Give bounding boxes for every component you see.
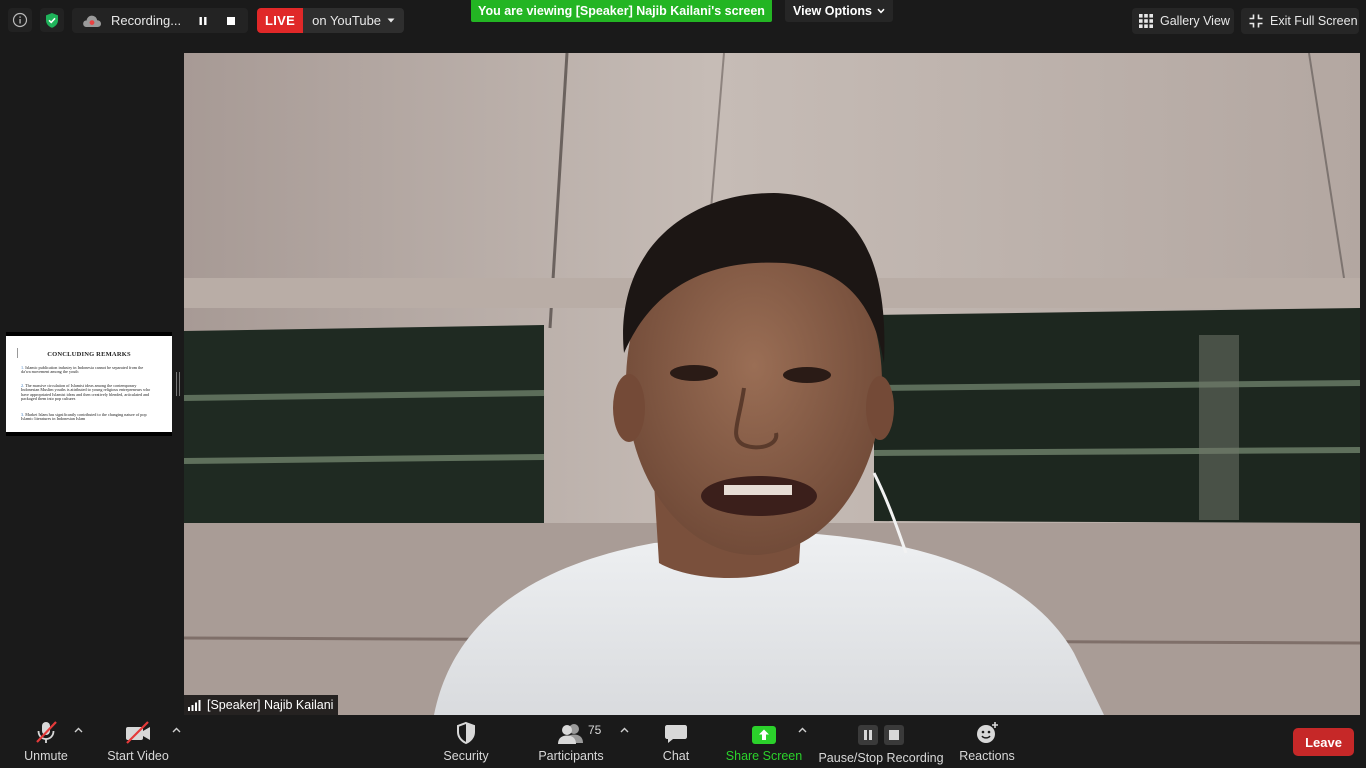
pause-recording-button[interactable] — [193, 11, 213, 31]
smiley-plus-icon — [975, 715, 999, 745]
live-stream-control[interactable]: LIVE on YouTube — [257, 8, 405, 33]
chevron-up-icon — [620, 727, 628, 733]
unmute-button[interactable]: Unmute — [20, 715, 72, 768]
share-screen-icon — [751, 715, 777, 745]
stop-icon — [227, 16, 235, 25]
share-options-caret[interactable] — [796, 724, 808, 736]
participant-name: [Speaker] Najib Kailani — [207, 698, 334, 712]
pause-stop-recording-label: Pause/Stop Recording — [818, 751, 944, 765]
pause-stop-recording-button[interactable]: Pause/Stop Recording — [818, 715, 944, 768]
view-options-button[interactable]: View Options — [785, 0, 893, 22]
chevron-up-icon — [74, 727, 82, 733]
shared-screen-thumbnail[interactable]: CONCLUDING REMARKS 1. Islamic publicatio… — [6, 332, 172, 436]
participants-options-caret[interactable] — [618, 724, 630, 736]
recording-label: Recording... — [111, 13, 182, 28]
stop-recording-button[interactable] — [221, 11, 241, 31]
live-badge: LIVE — [257, 8, 304, 33]
participants-count: 75 — [588, 723, 602, 737]
exit-fullscreen-icon — [1249, 14, 1263, 28]
chat-label: Chat — [662, 749, 690, 763]
pause-icon — [858, 725, 878, 745]
slide-point: 2. The massive circulation of Islamist i… — [21, 383, 153, 402]
gallery-view-label: Gallery View — [1160, 14, 1230, 28]
meeting-toolbar: Unmute Start Video Security Participants… — [0, 715, 1366, 768]
reactions-label: Reactions — [959, 749, 1015, 763]
security-button[interactable]: Security — [440, 715, 492, 768]
cloud-recording-icon — [82, 14, 102, 28]
pause-icon — [199, 16, 207, 25]
exit-full-screen-label: Exit Full Screen — [1270, 14, 1358, 28]
slide-point: 1. Islamic publication industry in Indon… — [21, 365, 153, 375]
panel-resize-handle[interactable] — [176, 372, 180, 396]
start-video-label: Start Video — [107, 749, 169, 763]
signal-strength-icon — [188, 699, 201, 711]
shield-check-icon — [46, 12, 58, 28]
slide-point-text: Market Islam has significantly contribut… — [21, 412, 147, 422]
slide-title: CONCLUDING REMARKS — [47, 351, 131, 358]
stop-icon — [884, 725, 904, 745]
unmute-label: Unmute — [24, 749, 68, 763]
grid-icon — [1139, 14, 1153, 28]
participants-label: Participants — [538, 749, 604, 763]
participants-icon — [556, 715, 586, 745]
video-off-icon — [124, 715, 152, 745]
slide-preview: CONCLUDING REMARKS 1. Islamic publicatio… — [6, 336, 172, 432]
exit-full-screen-button[interactable]: Exit Full Screen — [1241, 8, 1359, 34]
live-platform-dropdown[interactable]: on YouTube — [303, 8, 405, 33]
info-icon — [12, 12, 28, 28]
audio-options-caret[interactable] — [72, 724, 84, 736]
encryption-shield-button[interactable] — [40, 8, 64, 32]
recording-indicator: Recording... — [72, 8, 248, 33]
shield-icon — [455, 715, 477, 745]
recording-controls-icon — [858, 715, 904, 745]
live-platform-label: on YouTube — [312, 13, 382, 28]
gallery-view-button[interactable]: Gallery View — [1132, 8, 1234, 34]
viewing-screen-banner: You are viewing [Speaker] Najib Kailani'… — [471, 0, 772, 22]
participant-name-tag: [Speaker] Najib Kailani — [184, 695, 339, 715]
security-label: Security — [443, 749, 489, 763]
view-options-label: View Options — [793, 4, 872, 18]
chevron-up-icon — [172, 727, 180, 733]
video-options-caret[interactable] — [170, 724, 182, 736]
leave-button[interactable]: Leave — [1293, 728, 1354, 756]
chat-button[interactable]: Chat — [656, 715, 696, 768]
share-screen-button[interactable]: Share Screen — [725, 715, 803, 768]
start-video-button[interactable]: Start Video — [106, 715, 170, 768]
share-screen-label: Share Screen — [725, 749, 803, 763]
chevron-up-icon — [798, 727, 806, 733]
slide-point-text: Islamic publication industry in Indonesi… — [21, 365, 144, 375]
top-bar: Recording... LIVE on YouTube You are vie… — [0, 0, 1366, 42]
meeting-info-button[interactable] — [8, 8, 32, 32]
chat-bubble-icon — [664, 715, 688, 745]
slide-point: 3. Market Islam has significantly contri… — [21, 412, 153, 422]
caret-down-icon — [387, 18, 395, 23]
speaker-video — [184, 53, 1360, 715]
reactions-button[interactable]: Reactions — [958, 715, 1016, 768]
chevron-down-icon — [877, 8, 885, 14]
slide-point-text: The massive circulation of Islamist idea… — [21, 383, 151, 402]
muted-mic-icon — [33, 715, 59, 745]
video-frame — [184, 53, 1360, 715]
